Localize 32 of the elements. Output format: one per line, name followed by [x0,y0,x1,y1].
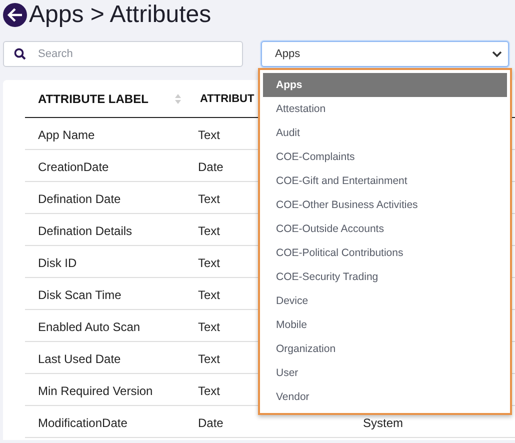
chevron-down-icon [492,50,502,58]
table-cell: Text [198,224,220,238]
search-icon [14,48,26,60]
column-header[interactable]: ATTRIBUTE LABEL [38,92,148,106]
back-button[interactable] [3,3,27,27]
table-cell: Defination Date [38,192,121,206]
table-cell: Disk Scan Time [38,288,122,302]
column-header[interactable]: ATTRIBUT [200,93,254,105]
table-cell: Enabled Auto Scan [38,320,140,334]
search-field[interactable]: Search [3,41,243,67]
table-cell: Date [198,416,224,430]
table-cell: Min Required Version [38,384,153,398]
arrow-left-icon [7,8,23,22]
table-cell: CreationDate [38,160,109,174]
page-title: Apps > Attributes [29,1,212,29]
table-cell: Text [198,352,220,366]
table-cell: Defination Details [38,224,132,238]
table-cell: App Name [38,128,95,142]
table-cell: Text [198,384,220,398]
dropdown-option[interactable]: Apps [263,73,507,97]
table-cell: Date [198,160,224,174]
category-select[interactable]: Apps [261,41,509,67]
table-cell: ModificationDate [38,416,128,430]
table-cell: Text [198,192,220,206]
table-cell: Text [198,288,220,302]
table-cell: Disk ID [38,256,77,270]
table-cell: Text [198,256,220,270]
table-cell: Text [198,128,220,142]
table-cell: System [363,416,404,430]
table-cell: Text [198,320,220,334]
search-input[interactable]: Search [36,47,232,61]
table-cell: Last Used Date [38,352,121,366]
